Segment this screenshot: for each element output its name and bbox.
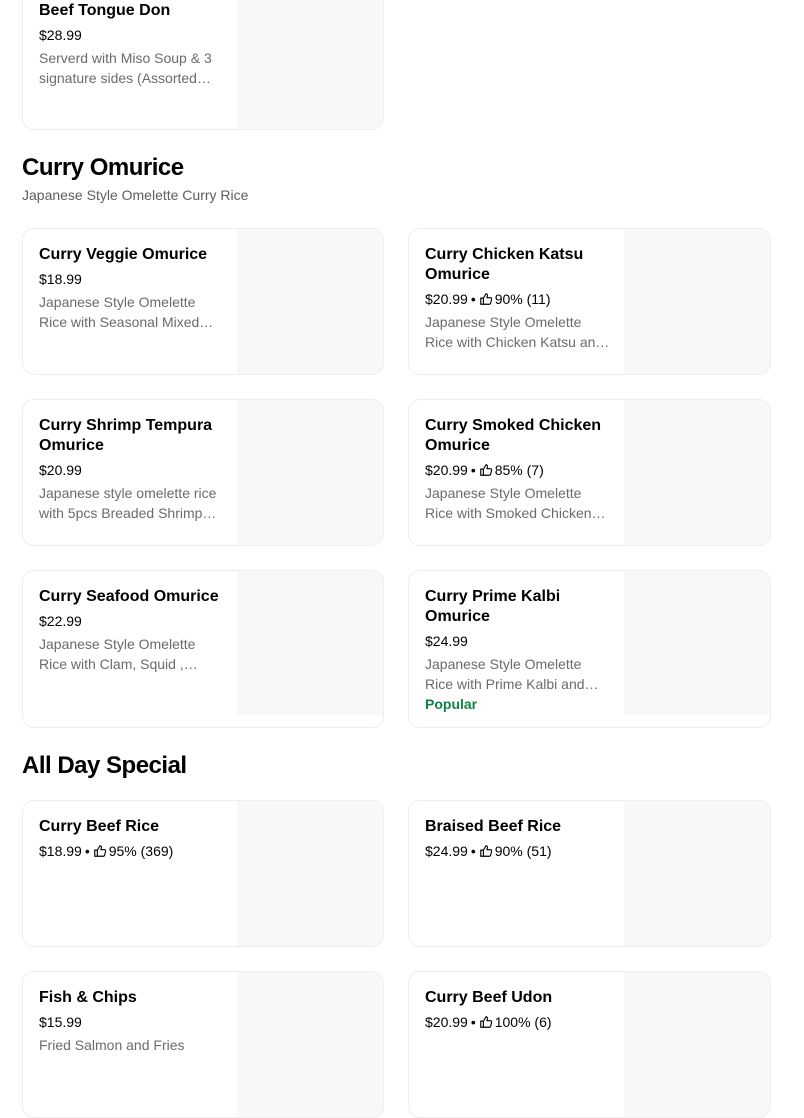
item-description: Japanese Style Omelette Rice with Prime …: [425, 656, 585, 692]
menu-item-card[interactable]: Curry Beef Udon $20.99 • 100% (6): [408, 971, 771, 1118]
item-title: Curry Beef Rice: [39, 818, 160, 835]
item-image: [237, 400, 383, 545]
item-price: $20.99: [425, 462, 468, 478]
item-title: Curry Beef Udon: [425, 989, 553, 1006]
thumbs-up-icon: [479, 464, 492, 476]
item-price: $18.99: [39, 271, 82, 287]
item-image: [237, 972, 383, 1117]
item-description: Japanese style omelette rice with 5pcs B…: [39, 485, 217, 521]
item-image: [237, 801, 383, 946]
item-image: [624, 972, 770, 1117]
item-rating: 90% (11): [494, 291, 551, 307]
item-image: [624, 801, 770, 946]
menu-item-card[interactable]: Curry Shrimp Tempura Omurice $20.99 Japa…: [22, 399, 384, 546]
item-meta: $28.99: [39, 26, 224, 44]
menu-item-card[interactable]: Curry Smoked Chicken Omurice $20.99 • 85%…: [408, 399, 771, 546]
item-meta: $24.99: [425, 632, 610, 650]
thumbs-up-icon: [93, 845, 106, 857]
item-title: Curry Seafood Omurice: [39, 588, 219, 605]
item-price: $20.99: [425, 291, 468, 307]
item-title: Curry Chicken Katsu Omurice: [425, 246, 584, 283]
item-price: $22.99: [39, 613, 82, 629]
popular-badge: Popular: [425, 696, 478, 712]
item-title: Curry Veggie Omurice: [39, 246, 208, 263]
item-rating: 95% (369): [108, 843, 174, 859]
item-rating: 100% (6): [494, 1014, 552, 1030]
item-image: [624, 229, 770, 374]
item-title: Fish & Chips: [39, 989, 137, 1006]
thumbs-up-icon: [479, 293, 492, 305]
thumbs-up-icon: [479, 845, 492, 857]
item-meta: $24.99 • 90% (51): [425, 843, 552, 859]
section-title: Curry Omurice: [22, 154, 184, 181]
item-meta: $18.99: [39, 270, 224, 288]
item-rating: 90% (51): [494, 843, 552, 859]
item-price: $24.99: [425, 843, 468, 859]
item-rating: 85% (7): [494, 462, 544, 478]
item-title: Curry Smoked Chicken Omurice: [425, 417, 602, 454]
item-meta: $22.99: [39, 612, 224, 630]
item-image: [237, 229, 383, 374]
menu-item-card[interactable]: Braised Beef Rice $24.99 • 90% (51): [408, 800, 771, 947]
item-price: $20.99: [425, 1014, 468, 1030]
item-title: Beef Tongue Don: [39, 2, 171, 19]
item-title: Curry Shrimp Tempura Omurice: [39, 417, 213, 454]
item-description: Japanese Style Omelette Rice with Chicke…: [425, 314, 604, 350]
item-meta: $20.99 • 85% (7): [425, 462, 544, 478]
item-price: $20.99: [39, 462, 82, 478]
menu-item-card[interactable]: Curry Chicken Katsu Omurice $20.99 • 90% …: [408, 228, 771, 375]
item-description: Japanese Style Omelette Rice with Clam, …: [39, 636, 196, 672]
item-price: $15.99: [39, 1014, 82, 1030]
item-meta: $20.99: [39, 461, 224, 479]
item-title: Braised Beef Rice: [425, 818, 562, 835]
menu-item-card[interactable]: Curry Seafood Omurice $22.99 Japanese St…: [22, 570, 384, 728]
item-price: $24.99: [425, 633, 468, 649]
menu-item-card[interactable]: Curry Veggie Omurice $18.99 Japanese Sty…: [22, 228, 384, 375]
item-meta: $18.99 • 95% (369): [39, 843, 174, 859]
item-image: [237, 0, 383, 129]
item-description: Serverd with Miso Soup & 3 signature sid…: [39, 50, 212, 86]
item-description: Japanese Style Omelette Rice with Smoked…: [425, 485, 592, 521]
item-title: Curry Prime Kalbi Omurice: [425, 588, 561, 625]
menu-item-card[interactable]: Curry Prime Kalbi Omurice $24.99 Japanes…: [408, 570, 771, 728]
item-meta: $15.99: [39, 1013, 224, 1031]
item-meta: $20.99 • 100% (6): [425, 1014, 552, 1030]
item-description: Fried Salmon and Fries: [39, 1037, 185, 1053]
section-subtitle: Japanese Style Omelette Curry Rice: [22, 187, 249, 203]
item-price: $18.99: [39, 843, 82, 859]
item-image: [237, 571, 383, 715]
item-meta: $20.99 • 90% (11): [425, 291, 551, 307]
item-image: [624, 571, 770, 715]
menu-item-card[interactable]: Fish & Chips $15.99 Fried Salmon and Fri…: [22, 971, 384, 1118]
thumbs-up-icon: [479, 1016, 492, 1028]
section-title: All Day Special: [22, 752, 187, 779]
menu-item-card[interactable]: Curry Beef Rice $18.99 • 95% (369): [22, 800, 384, 947]
item-description: Japanese Style Omelette Rice with Season…: [39, 294, 200, 330]
menu-item-card[interactable]: Beef Tongue Don $28.99 Serverd with Miso…: [22, 0, 384, 130]
item-image: [624, 400, 770, 545]
item-price: $28.99: [39, 27, 82, 43]
